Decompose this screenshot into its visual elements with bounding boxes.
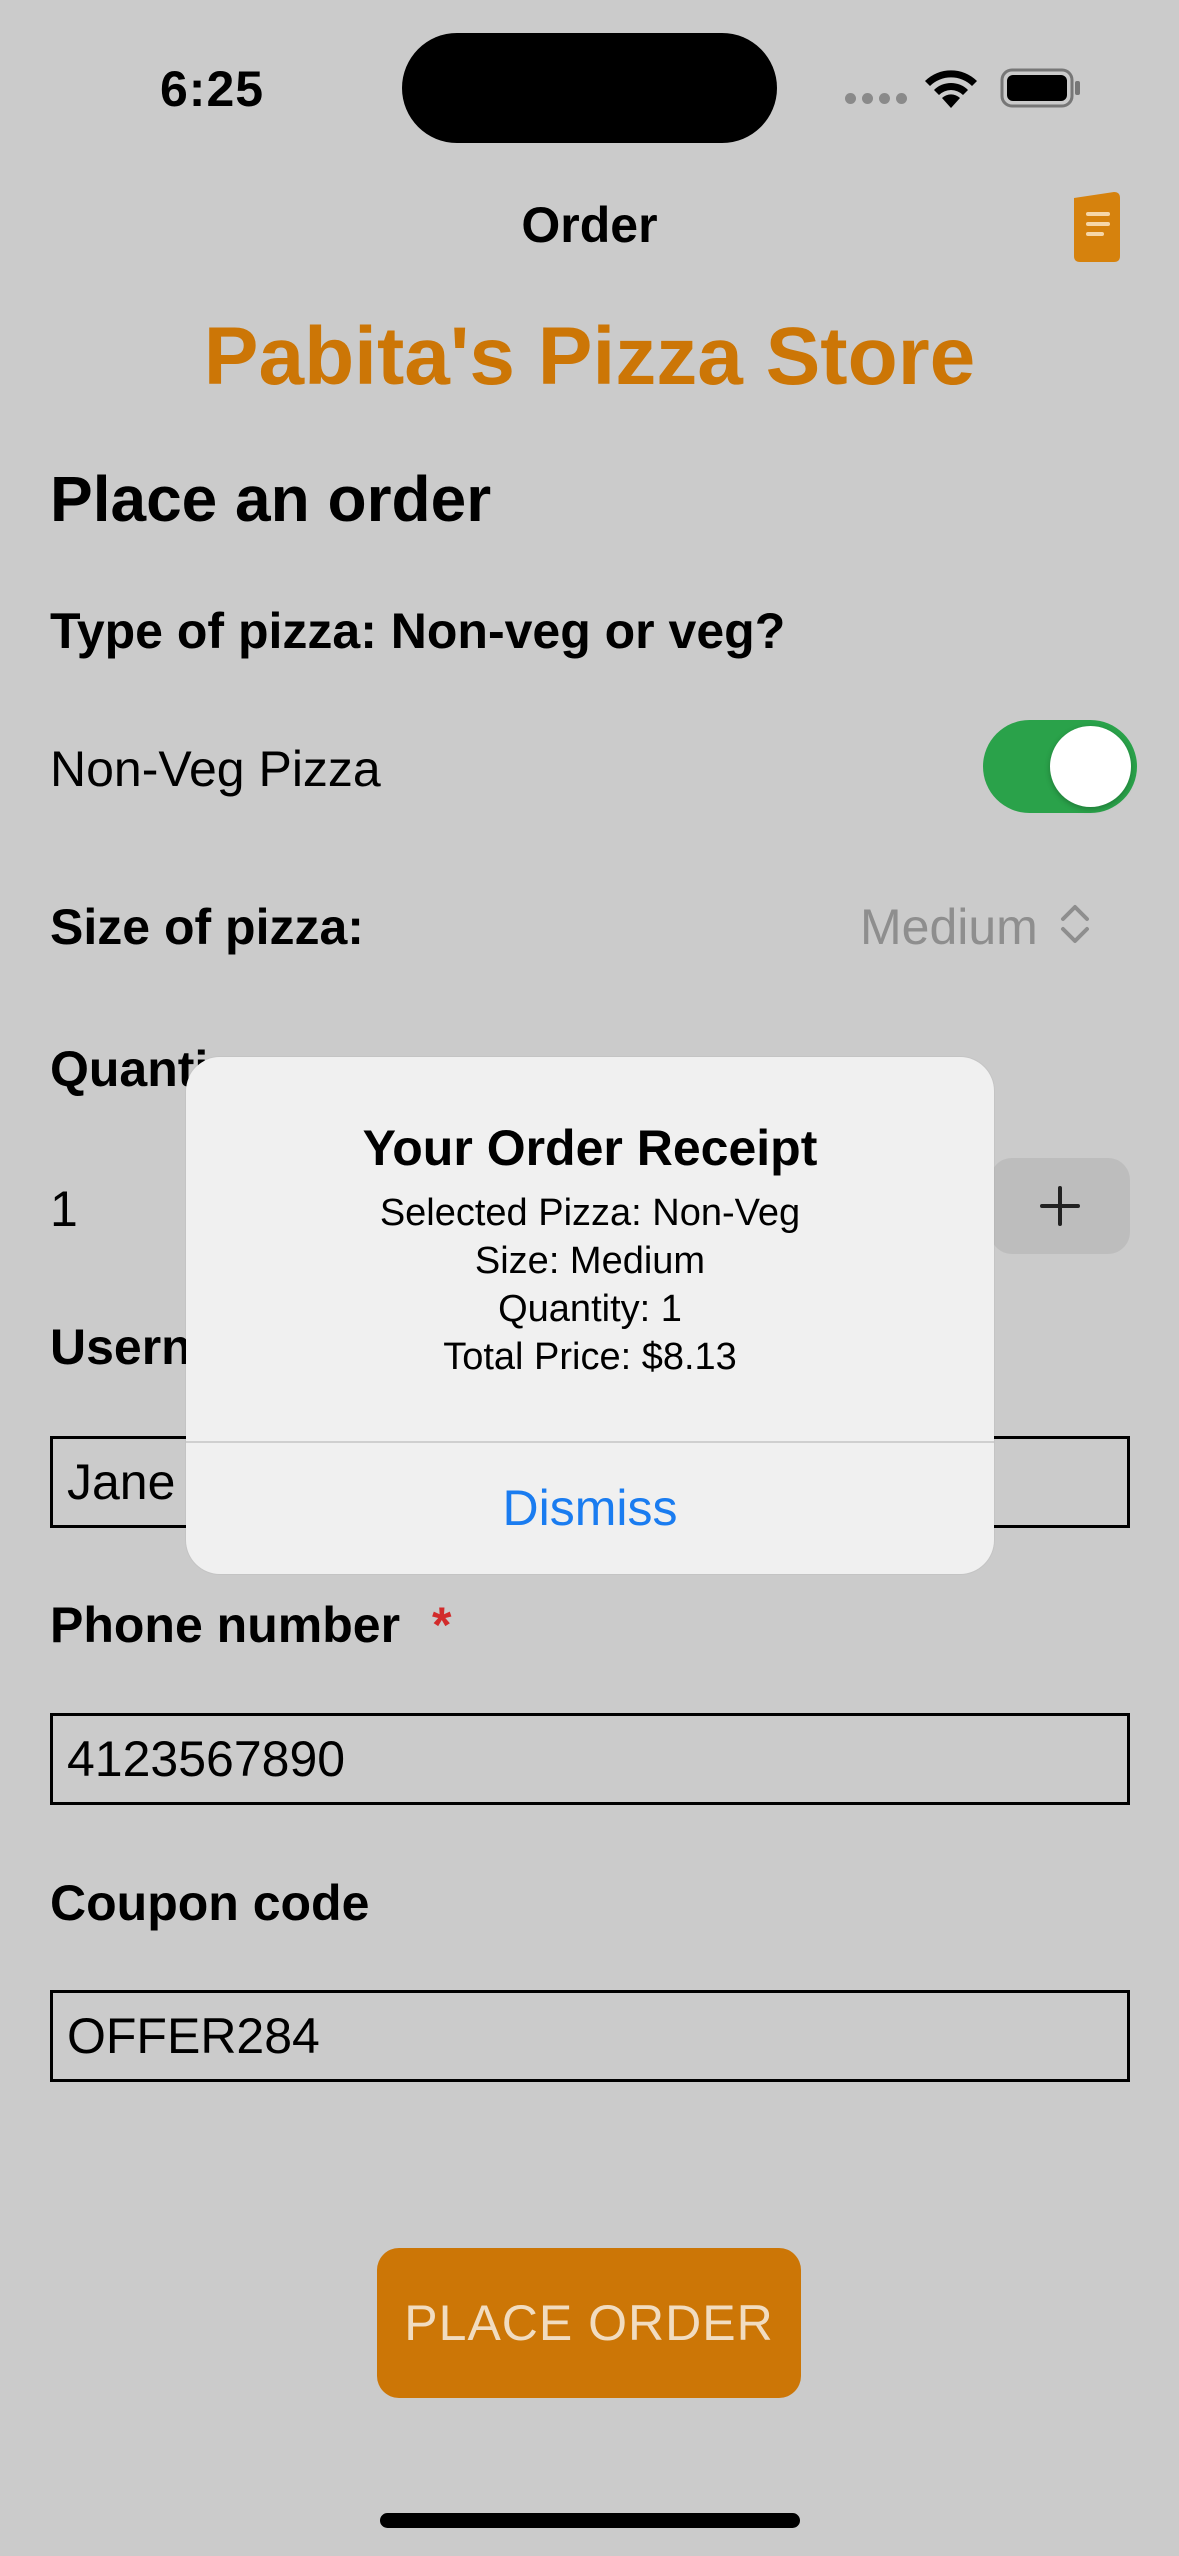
coupon-label: Coupon code: [50, 1875, 370, 1931]
chevron-up-down-icon[interactable]: [1058, 900, 1092, 948]
coupon-field[interactable]: OFFER284: [50, 1990, 1130, 2082]
alert-line: Selected Pizza: Non-Veg: [379, 1192, 801, 1234]
store-title: Pabita's Pizza Store: [203, 311, 976, 402]
size-picker[interactable]: Medium: [860, 898, 1038, 956]
home-indicator[interactable]: [380, 2513, 800, 2528]
quantity-increment-button[interactable]: [990, 1158, 1130, 1254]
wifi-icon: [925, 70, 977, 108]
page-title: Place an order: [50, 463, 492, 535]
dismiss-button[interactable]: Dismiss: [186, 1443, 994, 1574]
toggle-knob: [1050, 726, 1131, 807]
dynamic-island: [402, 33, 777, 143]
phone-label-text: Phone number: [50, 1597, 401, 1653]
alert-message: Selected Pizza: Non-Veg Size: Medium Qua…: [186, 1189, 994, 1381]
place-order-button[interactable]: PLACE ORDER: [377, 2248, 801, 2398]
alert-line: Quantity: 1: [498, 1288, 682, 1330]
alert-line: Total Price: $8.13: [443, 1336, 737, 1378]
pizza-type-label: Type of pizza: Non-veg or veg?: [50, 603, 786, 659]
alert-title: Your Order Receipt: [362, 1120, 818, 1176]
status-time: 6:25: [160, 61, 265, 117]
nonveg-toggle-label: Non-Veg Pizza: [50, 741, 381, 797]
nonveg-toggle[interactable]: [983, 720, 1137, 813]
required-asterisk: *: [431, 1597, 452, 1653]
phone-field[interactable]: 4123567890: [50, 1713, 1130, 1805]
username-label: Usern: [50, 1319, 192, 1375]
cellular-signal-icon: [845, 93, 907, 104]
nav-title: Order: [521, 197, 658, 253]
battery-icon: [1000, 68, 1080, 108]
order-receipt-alert: Your Order Receipt Selected Pizza: Non-V…: [186, 1057, 994, 1574]
plus-icon: [1040, 1186, 1080, 1226]
quantity-value: 1: [50, 1181, 78, 1237]
alert-line: Size: Medium: [474, 1240, 706, 1282]
quantity-label: Quanti: [50, 1041, 209, 1097]
phone-label: Phone number *: [50, 1596, 451, 1654]
receipt-icon[interactable]: [1070, 190, 1124, 266]
size-label: Size of pizza:: [50, 899, 364, 955]
